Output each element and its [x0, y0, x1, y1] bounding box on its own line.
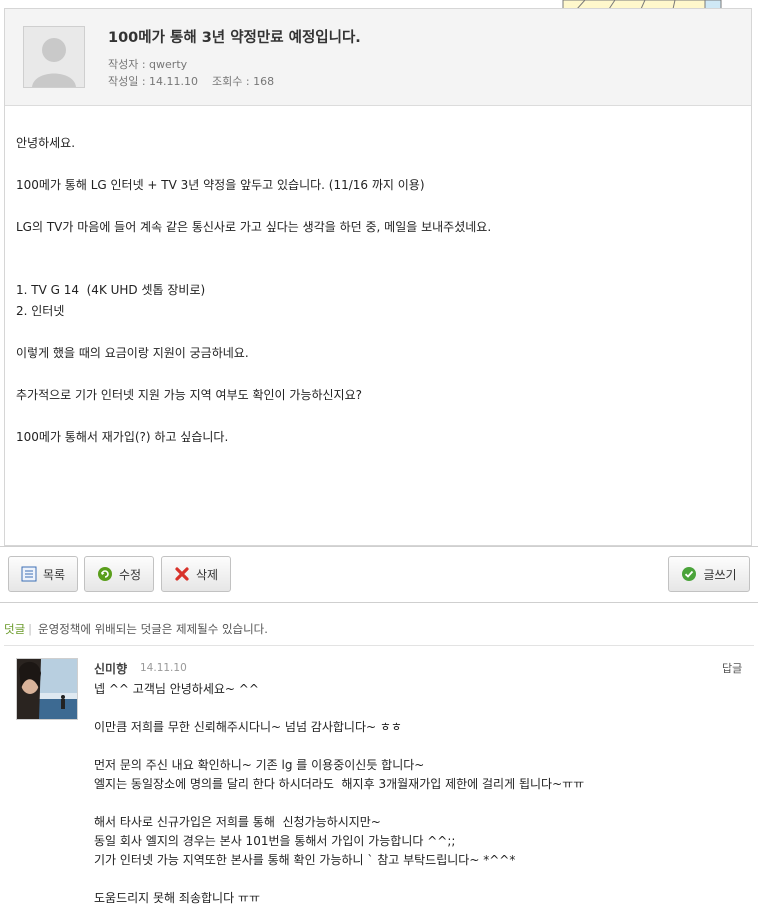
- comment-line: 먼저 문의 주신 내요 확인하니~ 기존 lg 를 이용중이신듯 합니다~: [94, 758, 425, 772]
- post-body-line: LG의 TV가 마음에 들어 계속 같은 통신사로 가고 싶다는 생각을 하던 …: [16, 220, 492, 234]
- delete-button[interactable]: 삭제: [161, 556, 231, 592]
- post-date: 작성일 : 14.11.10: [108, 75, 199, 88]
- comment-author: 신미향: [94, 662, 128, 676]
- post-body-line: 2. 인터넷: [16, 304, 65, 318]
- comment-line: 도움드리지 못해 죄송합니다 ㅠㅠ: [94, 891, 261, 905]
- delete-x-icon: [175, 567, 189, 581]
- post-title: 100메가 통해 3년 약정만료 예정입니다.: [108, 30, 361, 46]
- write-button-label: 글쓰기: [703, 567, 737, 582]
- commenter-avatar: [16, 658, 78, 720]
- commenter-photo: [17, 659, 77, 719]
- comment-line: 해서 타사로 신규가입은 저희를 통해 신청가능하시지만~: [94, 815, 381, 829]
- comments-separator: |: [28, 622, 33, 636]
- post-meta: 작성일 : 14.11.10 조회수 : 168: [108, 73, 274, 89]
- post-body-line: 이렇게 했을 때의 요금이랑 지원이 궁금하네요.: [16, 346, 249, 360]
- post-body-line: 추가적으로 기가 인터넷 지원 가능 지역 여부도 확인이 가능하신지요?: [16, 388, 363, 402]
- comments-label: 덧글: [4, 622, 26, 636]
- comment-line: 넵 ^^ 고객님 안녕하세요~ ^^: [94, 682, 259, 696]
- reply-link[interactable]: 답글: [722, 660, 742, 676]
- refresh-edit-icon: [97, 567, 112, 581]
- divider: [4, 645, 754, 646]
- comment-date: 14.11.10: [140, 662, 187, 674]
- comment-body: 넵 ^^ 고객님 안녕하세요~ ^^ 이만큼 저희를 무한 신뢰해주시다니~ 넘…: [94, 680, 584, 908]
- checkmark-icon: [682, 567, 697, 581]
- delete-button-label: 삭제: [195, 567, 219, 582]
- post-body-line: 안녕하세요.: [16, 136, 76, 150]
- comments-bar: 덧글 | 운영정책에 위배되는 덧글은 제제될수 있습니다.: [4, 621, 268, 637]
- default-avatar-icon: [24, 27, 84, 87]
- comments-notice: 운영정책에 위배되는 덧글은 제제될수 있습니다.: [38, 622, 268, 636]
- edit-button-label: 수정: [118, 567, 142, 582]
- divider: [0, 546, 758, 547]
- list-button-label: 목록: [42, 567, 66, 582]
- post-body-line: 100메가 통해서 재가입(?) 하고 싶습니다.: [16, 430, 229, 444]
- list-button[interactable]: 목록: [8, 556, 78, 592]
- comment-line: 엘지는 동일장소에 명의를 달리 한다 하시더라도 해지후 3개월재가입 제한에…: [94, 777, 585, 791]
- comment-line: 이만큼 저희를 무한 신뢰해주시다니~ 넘넘 감사합니다~ ㅎㅎ: [94, 720, 402, 734]
- post-header: 100메가 통해 3년 약정만료 예정입니다. 작성자 : qwerty 작성일…: [5, 9, 751, 106]
- post-body-line: 100메가 통해 LG 인터넷 + TV 3년 약정을 앞두고 있습니다. (1…: [16, 178, 425, 192]
- post-views: 조회수 : 168: [212, 75, 275, 88]
- author-avatar: [23, 26, 85, 88]
- list-icon: [21, 566, 37, 582]
- divider: [0, 602, 758, 603]
- comment-line: 기가 인터넷 가능 지역또한 본사를 통해 확인 가능하니 ` 참고 부탁드립니…: [94, 853, 516, 867]
- edit-button[interactable]: 수정: [84, 556, 154, 592]
- post-body-line: 1. TV G 14 (4K UHD 셋톱 장비로): [16, 283, 206, 297]
- comment-line: 동일 회사 엘지의 경우는 본사 101번을 통해서 가입이 가능합니다 ^^;…: [94, 834, 456, 848]
- post-author: 작성자 : qwerty: [108, 58, 188, 71]
- write-button[interactable]: 글쓰기: [668, 556, 750, 592]
- post-body: 안녕하세요. 100메가 통해 LG 인터넷 + TV 3년 약정을 앞두고 있…: [16, 133, 491, 448]
